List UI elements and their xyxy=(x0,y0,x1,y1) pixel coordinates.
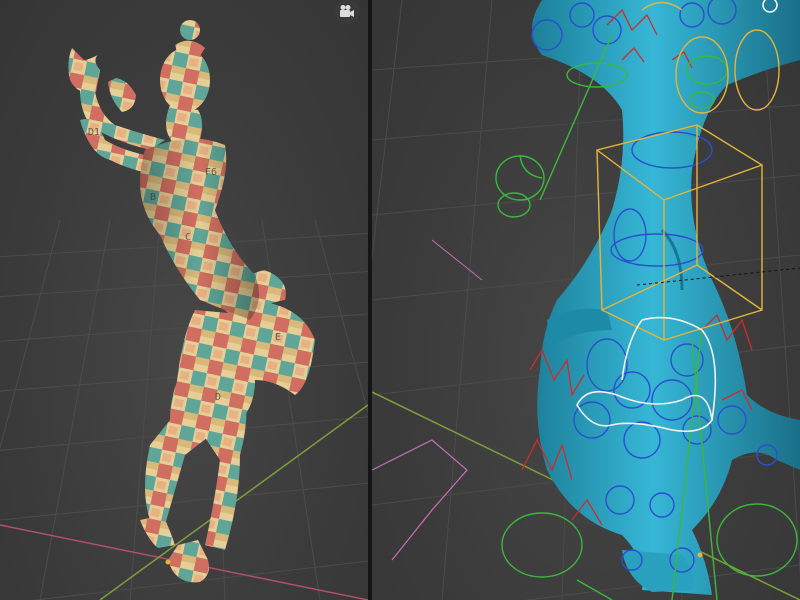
viewport-right-scene xyxy=(372,0,800,600)
object-origin-dot xyxy=(165,559,171,565)
camera-icon xyxy=(340,5,354,17)
svg-text:D: D xyxy=(215,392,221,403)
svg-text:F6: F6 xyxy=(205,167,217,178)
svg-text:E: E xyxy=(275,332,281,343)
svg-text:B: B xyxy=(150,192,156,203)
svg-text:D1: D1 xyxy=(88,127,100,138)
character-mesh-textured[interactable]: B F6 C D D1 E xyxy=(68,20,315,583)
viewport-right[interactable] xyxy=(372,0,800,600)
toggle-camera-view-button[interactable] xyxy=(334,0,360,24)
viewport-left[interactable]: B F6 C D D1 E xyxy=(0,0,368,600)
object-origin-dot-right xyxy=(697,552,703,558)
blender-app: B F6 C D D1 E xyxy=(0,0,800,600)
rig-ik-line-pink xyxy=(372,439,468,561)
svg-text:C: C xyxy=(185,232,191,243)
viewport-left-scene: B F6 C D D1 E xyxy=(0,20,368,600)
character-mesh-solid[interactable] xyxy=(532,0,800,595)
